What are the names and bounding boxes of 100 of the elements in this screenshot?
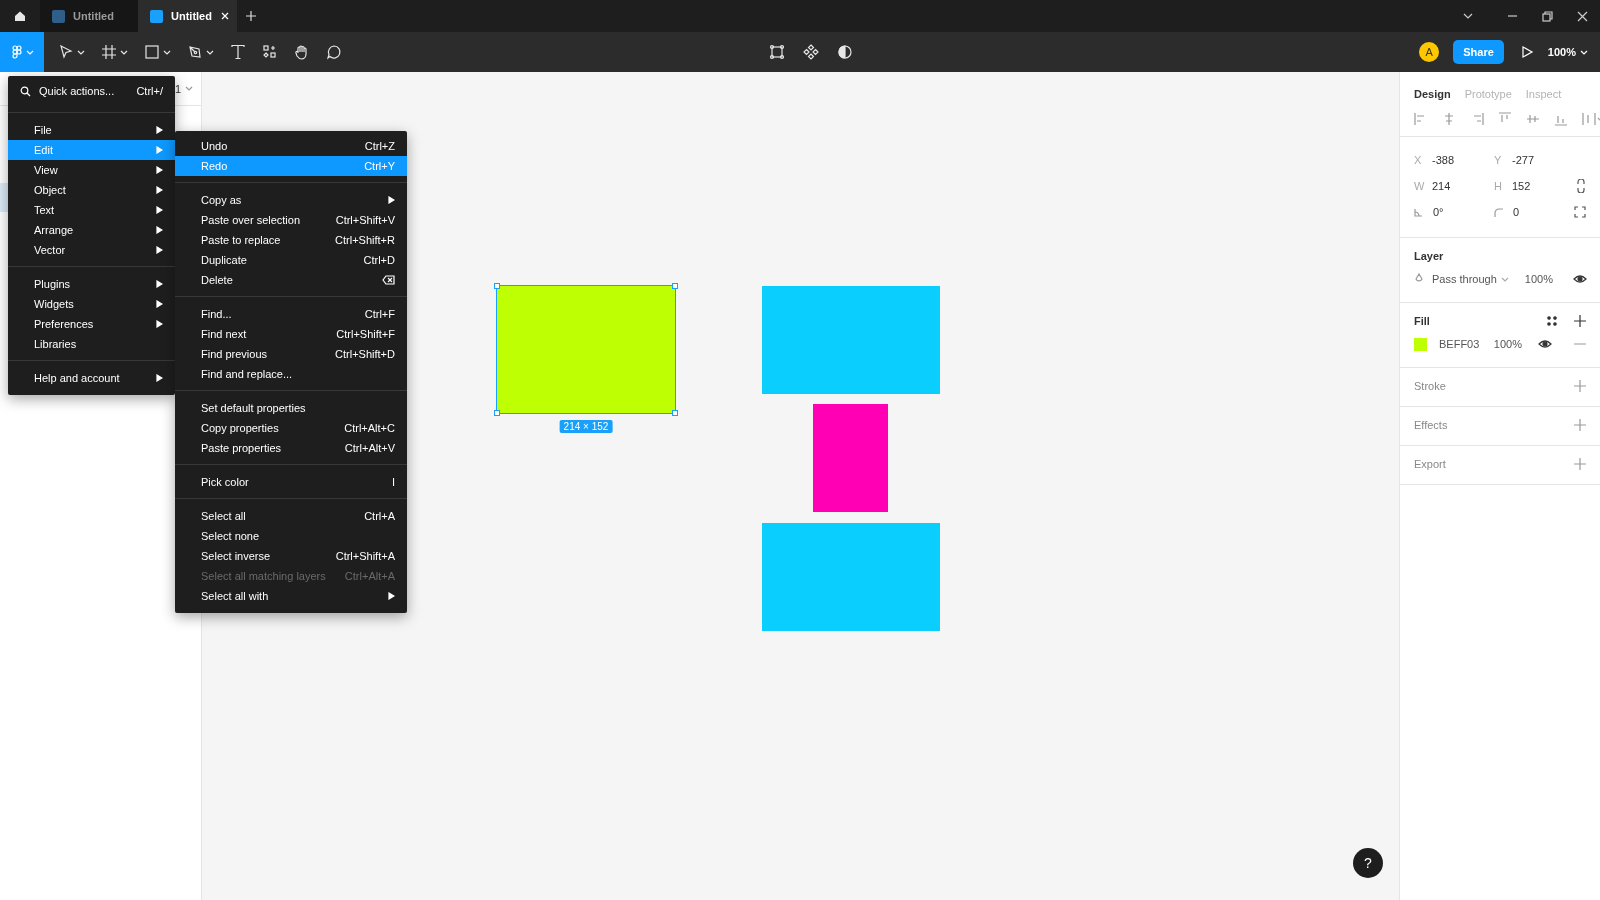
constrain-proportions-icon[interactable] — [1576, 179, 1586, 193]
caret-icon — [77, 49, 85, 55]
section-title: Layer — [1414, 250, 1445, 262]
menu-item[interactable]: Object — [8, 180, 175, 200]
hex-value[interactable]: BEFF03 — [1439, 338, 1486, 350]
restore-icon[interactable] — [1542, 10, 1553, 22]
property-field[interactable]: W 214 — [1414, 177, 1494, 195]
menu-item[interactable]: Text — [8, 200, 175, 220]
file-tab[interactable]: Untitled — [138, 0, 237, 32]
submenu-arrow-icon — [156, 186, 163, 194]
chevron-down-icon[interactable] — [1463, 12, 1473, 20]
rectangle-icon — [144, 44, 160, 60]
crop-frame-icon[interactable] — [769, 44, 785, 60]
home-icon[interactable] — [13, 9, 27, 23]
menu-item[interactable]: Set default properties — [175, 398, 407, 418]
menu-item[interactable]: Find next Ctrl+Shift+F — [175, 324, 407, 344]
submenu-arrow-icon — [156, 146, 163, 154]
menu-item[interactable]: Widgets — [8, 294, 175, 314]
opacity-value[interactable]: 100% — [1524, 273, 1553, 285]
user-avatar[interactable]: A — [1419, 42, 1440, 62]
menu-item[interactable]: Find... Ctrl+F — [175, 304, 407, 324]
caret-icon — [120, 49, 128, 55]
menu-item[interactable]: Select all Ctrl+A — [175, 506, 407, 526]
submenu-arrow-icon — [156, 300, 163, 308]
menu-item[interactable]: Select none — [175, 526, 407, 546]
menu-item[interactable]: Find previous Ctrl+Shift+D — [175, 344, 407, 364]
close-icon[interactable] — [219, 11, 230, 21]
caret-icon — [206, 49, 214, 55]
menu-item[interactable]: Arrange — [8, 220, 175, 240]
section-title: Stroke — [1414, 380, 1447, 392]
comment-icon — [326, 44, 342, 60]
color-swatch[interactable] — [1414, 337, 1427, 351]
opacity-value[interactable]: 100% — [1493, 338, 1522, 350]
styles-icon[interactable] — [1546, 315, 1558, 327]
menu-item[interactable]: Libraries — [8, 334, 175, 354]
hand-icon — [294, 44, 310, 60]
blend-mode-dropdown[interactable]: Pass through — [1432, 273, 1509, 285]
visibility-eye-icon[interactable] — [1538, 338, 1552, 350]
panel-tab[interactable]: Design — [1414, 88, 1451, 100]
menu-item[interactable]: Plugins — [8, 274, 175, 294]
page-label[interactable]: 1 — [174, 82, 181, 95]
submenu-arrow-icon — [156, 206, 163, 214]
menu-item[interactable]: View — [8, 160, 175, 180]
main-menu-button[interactable] — [0, 32, 44, 72]
menu-item[interactable]: Help and account — [8, 368, 175, 388]
submenu-arrow-icon — [156, 320, 163, 328]
corner-radius-icon — [1494, 207, 1503, 217]
angle-icon — [1414, 207, 1423, 217]
visibility-eye-icon[interactable] — [1572, 273, 1587, 285]
menu-item[interactable]: Paste properties Ctrl+Alt+V — [175, 438, 407, 458]
property-field[interactable]: 0 — [1494, 203, 1574, 221]
tab-title: Untitled — [171, 10, 212, 22]
menu-item[interactable]: Duplicate Ctrl+D — [175, 250, 407, 270]
submenu-arrow-icon — [156, 246, 163, 254]
submenu-arrow-icon — [156, 166, 163, 174]
file-tab[interactable]: Untitled — [40, 0, 138, 32]
resources-icon — [262, 44, 278, 60]
close-icon[interactable] — [1577, 10, 1588, 22]
menu-item[interactable]: Select all with — [175, 586, 407, 606]
menu-item[interactable]: Paste to replace Ctrl+Shift+R — [175, 230, 407, 250]
zoom-dropdown[interactable]: 100% — [1547, 46, 1588, 58]
menu-item[interactable]: Find and replace... — [175, 364, 407, 384]
property-field[interactable]: H 152 — [1494, 177, 1574, 195]
frame-icon — [101, 44, 117, 60]
plus-icon[interactable] — [1574, 315, 1586, 327]
submenu-arrow-icon — [388, 196, 395, 204]
section-title: Export — [1414, 458, 1447, 470]
menu-item[interactable]: Copy properties Ctrl+Alt+C — [175, 418, 407, 438]
component-icon[interactable] — [803, 44, 819, 60]
menu-item[interactable]: Select inverse Ctrl+Shift+A — [175, 546, 407, 566]
menu-item[interactable]: Pick color I — [175, 472, 407, 492]
quick-actions-item[interactable]: Quick actions... Ctrl+/ — [8, 76, 175, 106]
property-field[interactable]: 0° — [1414, 203, 1494, 221]
submenu-arrow-icon — [156, 126, 163, 134]
contrast-icon[interactable] — [837, 44, 853, 60]
menu-item[interactable]: Vector — [8, 240, 175, 260]
section-title: Effects — [1414, 419, 1449, 431]
submenu-arrow-icon — [156, 280, 163, 288]
menu-item[interactable]: Delete — [175, 270, 407, 290]
resize-handle[interactable] — [672, 283, 678, 289]
size-label: 214 × 152 — [559, 420, 613, 433]
pen-icon — [187, 44, 203, 60]
menu-item[interactable]: File — [8, 120, 175, 140]
search-icon — [20, 85, 31, 97]
tab-title: Untitled — [73, 10, 114, 22]
help-button[interactable]: ? — [1353, 848, 1383, 878]
logo-icon — [10, 45, 24, 59]
menu-item[interactable]: Paste over selection Ctrl+Shift+V — [175, 210, 407, 230]
resize-handle[interactable] — [494, 410, 500, 416]
menu-item[interactable]: Undo Ctrl+Z — [175, 136, 407, 156]
independent-corners-icon[interactable] — [1574, 206, 1586, 218]
menu-item[interactable]: Preferences — [8, 314, 175, 334]
backspace-icon — [382, 275, 395, 285]
resize-handle[interactable] — [494, 283, 500, 289]
submenu-arrow-icon — [388, 592, 395, 600]
play-icon[interactable] — [1519, 45, 1534, 59]
property-field[interactable]: X -388 — [1414, 151, 1494, 169]
resize-handle[interactable] — [672, 410, 678, 416]
property-field[interactable]: Y -277 — [1494, 151, 1574, 169]
menu-item[interactable]: Copy as — [175, 190, 407, 210]
